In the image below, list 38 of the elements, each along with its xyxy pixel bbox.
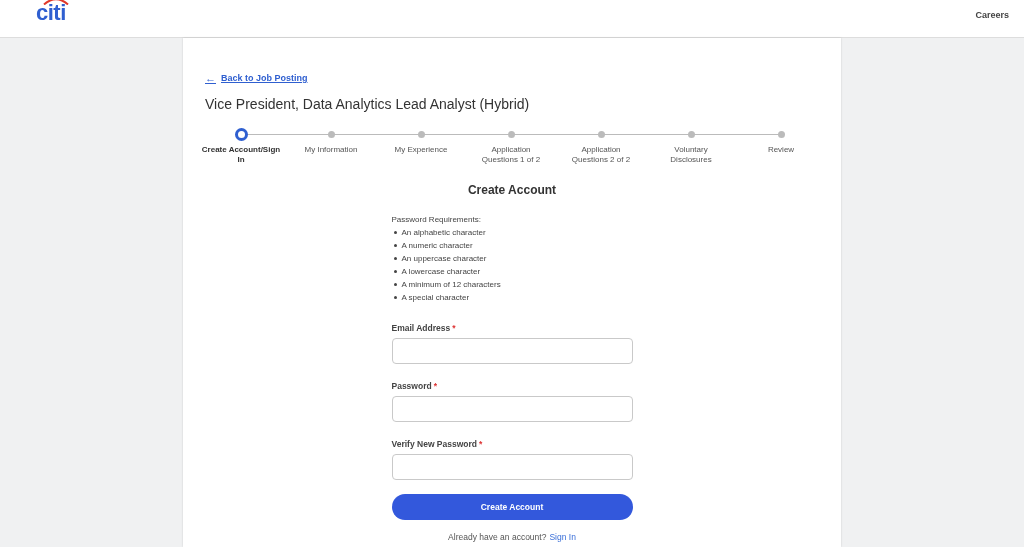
bullet-icon (393, 244, 397, 247)
bullet-icon (393, 283, 397, 286)
requirement-text: A special character (401, 292, 470, 304)
job-title: Vice President, Data Analytics Lead Analyst (Hybrid) (205, 96, 531, 112)
step-label: Create Account/Sign In (200, 145, 282, 165)
step-label: Application Questions 1 of 2 (480, 145, 542, 165)
citi-logo[interactable]: citi (36, 1, 66, 24)
required-mark: * (479, 439, 483, 449)
input-field[interactable] (391, 338, 633, 364)
step-label: My Information (303, 145, 359, 155)
bullet-icon (393, 231, 397, 234)
field-label: Password (391, 381, 432, 391)
requirement-text: A minimum of 12 characters (401, 279, 501, 291)
step-label: My Experience (393, 145, 449, 155)
bullet-icon (393, 296, 397, 299)
signin-prompt: Already have an account? (448, 532, 547, 542)
required-mark: * (433, 381, 437, 391)
back-link[interactable]: ← Back to Job Posting (205, 72, 308, 84)
requirement-text: A lowercase character (401, 266, 481, 278)
careers-link[interactable]: Careers (975, 9, 1009, 20)
form-heading: Create Account (466, 183, 558, 197)
bullet-icon (393, 270, 397, 273)
input-field[interactable] (391, 396, 633, 422)
input-field[interactable] (391, 454, 633, 480)
sign-in-link[interactable]: Sign In (549, 532, 576, 542)
bullet-icon (393, 257, 397, 260)
step-label: Voluntary Disclosures (669, 145, 713, 165)
requirement-text: An alphabetic character (401, 227, 486, 239)
create-account-button[interactable]: Create Account (391, 494, 633, 520)
field-label: Email Address (391, 323, 451, 333)
arc-icon (43, 0, 69, 5)
requirement-text: A numeric character (401, 240, 473, 252)
step-label: Application Questions 2 of 2 (570, 145, 632, 165)
required-mark: * (452, 323, 456, 333)
step-label: Review (766, 145, 796, 155)
field-label: Verify New Password (391, 439, 477, 449)
requirement-text: An uppercase character (401, 253, 487, 265)
requirements-title: Password Requirements: (391, 214, 482, 226)
